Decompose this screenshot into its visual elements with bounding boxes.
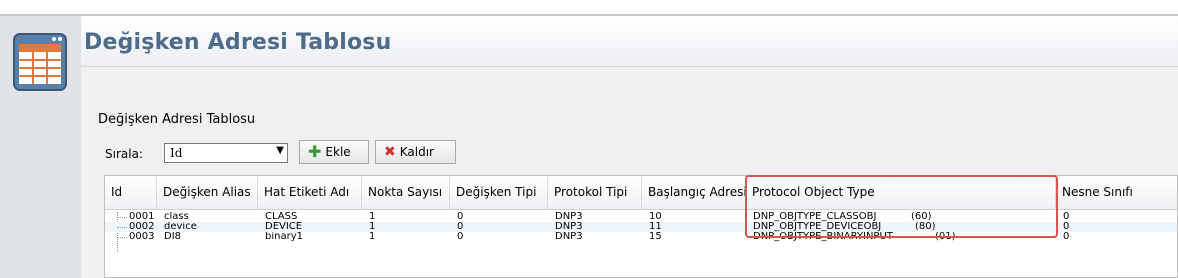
cell-alias: class: [164, 212, 189, 222]
cell-id: 0002: [129, 222, 155, 232]
plus-icon: ✚: [308, 142, 322, 161]
column-header-object-class[interactable]: Nesne Sınıfı: [1056, 176, 1177, 209]
tree-connector: [117, 237, 127, 238]
tree-connector: [117, 217, 127, 218]
page-title: Değişken Adresi Tablosu: [84, 30, 392, 55]
cell-start-address: 15: [649, 232, 662, 242]
cell-variable-type: 0: [457, 222, 464, 232]
cell-id: 0001: [129, 212, 155, 222]
remove-button-label: Kaldır: [399, 145, 434, 159]
sort-label: Sırala:: [105, 147, 143, 161]
cell-id: 0003: [129, 232, 155, 242]
column-header-id[interactable]: Id: [105, 176, 157, 209]
add-button[interactable]: ✚ Ekle: [299, 140, 369, 164]
cell-alias: device: [164, 222, 197, 232]
add-button-label: Ekle: [325, 145, 351, 159]
sort-select[interactable]: Id ▼: [164, 143, 288, 163]
column-header-point-count[interactable]: Nokta Sayısı: [362, 176, 450, 209]
cell-line-label: binary1: [265, 232, 303, 242]
section-title: Değişken Adresi Tablosu: [98, 112, 256, 127]
column-header-alias[interactable]: Değişken Alias: [157, 176, 258, 209]
cell-point-count: 1: [369, 212, 376, 222]
chevron-down-icon[interactable]: ▼: [276, 145, 284, 156]
cell-point-count: 1: [369, 222, 376, 232]
cell-line-label: DEVICE: [265, 222, 303, 232]
cell-start-address: 11: [649, 222, 662, 232]
cell-object-class: 0: [1063, 212, 1070, 222]
column-header-variable-type[interactable]: Değişken Tipi: [450, 176, 548, 209]
cell-line-label: CLASS: [265, 212, 298, 222]
column-header-line-label[interactable]: Hat Etiketi Adı: [258, 176, 362, 209]
column-header-protocol-type[interactable]: Protokol Tipi: [548, 176, 642, 209]
cell-protocol-type: DNP3: [555, 232, 583, 242]
tree-connector: [117, 227, 127, 228]
cell-alias: DI8: [164, 232, 182, 242]
remove-icon: ✖: [384, 144, 396, 160]
remove-button[interactable]: ✖ Kaldır: [375, 140, 456, 164]
cell-point-count: 1: [369, 232, 376, 242]
cell-variable-type: 0: [457, 212, 464, 222]
column-header-start-address[interactable]: Başlangıç Adresi: [642, 176, 746, 209]
cell-variable-type: 0: [457, 232, 464, 242]
cell-protocol-type: DNP3: [555, 212, 583, 222]
table-app-icon: [13, 33, 67, 91]
sort-select-value: Id: [170, 146, 183, 160]
cell-object-class: 0: [1063, 232, 1070, 242]
protocol-object-type-highlight: [745, 175, 1058, 238]
cell-start-address: 10: [649, 212, 662, 222]
cell-object-class: 0: [1063, 222, 1070, 232]
cell-protocol-type: DNP3: [555, 222, 583, 232]
